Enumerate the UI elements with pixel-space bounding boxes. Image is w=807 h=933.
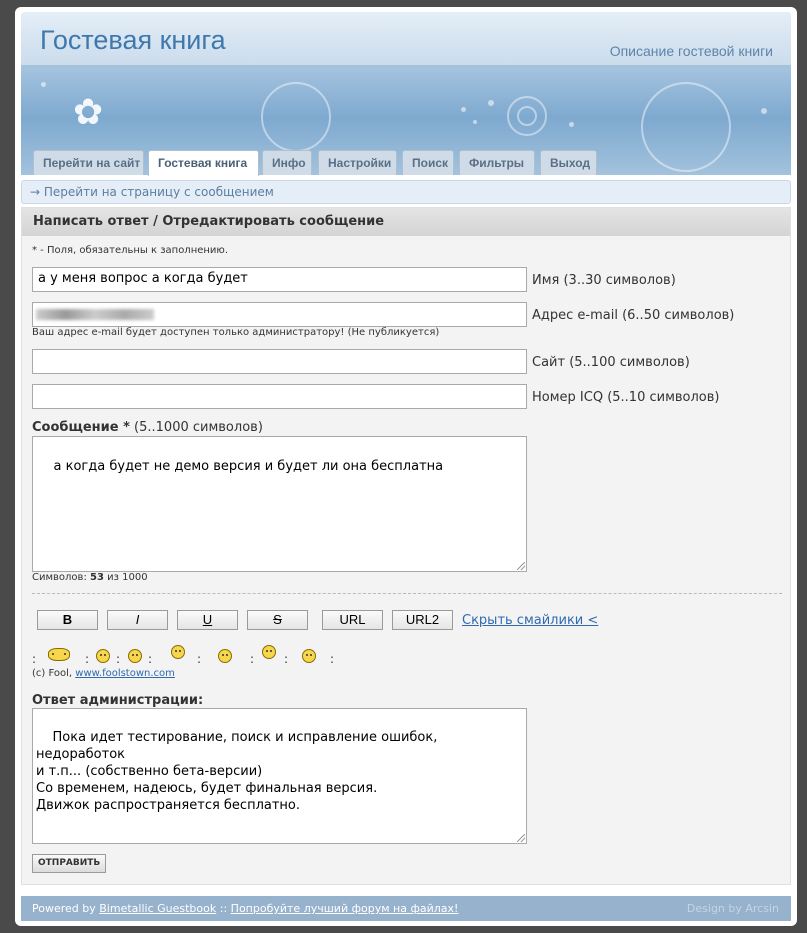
wink-icon[interactable]	[96, 649, 110, 663]
icq-field[interactable]	[32, 384, 527, 409]
smiley-separator: :	[85, 652, 90, 666]
teeth-grin-icon[interactable]	[48, 648, 70, 661]
admin-reply-label: Ответ администрации:	[32, 693, 204, 708]
dot-decoration	[41, 82, 46, 87]
edit-panel: Написать ответ / Отредактировать сообщен…	[21, 207, 791, 885]
dot-decoration	[761, 108, 767, 114]
site-field[interactable]	[32, 349, 527, 374]
bug-eyes-icon[interactable]	[302, 649, 316, 663]
dot-decoration	[488, 100, 494, 106]
resize-handle[interactable]	[517, 562, 525, 570]
smiley-separator: :	[148, 652, 153, 666]
url-button[interactable]: URL	[322, 610, 383, 630]
panel-title: Написать ответ / Отредактировать сообщен…	[22, 208, 790, 236]
swirl-decoration	[261, 82, 331, 152]
tab-guestbook[interactable]: Гостевая книга	[148, 150, 259, 176]
char-counter-prefix: Символов:	[32, 572, 87, 583]
design-credit: Design by Arcsin	[686, 902, 779, 915]
name-label: Имя (3..30 символов)	[532, 273, 676, 288]
breadcrumb[interactable]: → Перейти на страницу с сообщением	[21, 180, 791, 204]
email-redacted	[36, 309, 154, 320]
message-label-row: Сообщение * (5..1000 символов)	[32, 420, 263, 435]
admin-reply-textarea[interactable]: Пока идет тестирование, поиск и исправле…	[32, 708, 527, 844]
resize-handle[interactable]	[517, 834, 525, 842]
tab-logout[interactable]: Выход	[540, 150, 597, 175]
dot-decoration	[569, 122, 574, 127]
big-eyes-icon[interactable]	[218, 649, 232, 663]
message-hint: (5..1000 символов)	[134, 420, 263, 435]
char-counter-suffix: из 1000	[107, 572, 148, 583]
divider	[32, 593, 782, 594]
smiley-separator: :	[250, 652, 255, 666]
smiley-credit-prefix: (c) Fool,	[32, 668, 73, 679]
site-title: Гостевая книга	[40, 25, 226, 55]
bold-button[interactable]: B	[37, 610, 98, 630]
powered-by-label: Powered by	[32, 902, 96, 915]
tab-go-to-site[interactable]: Перейти на сайт	[33, 150, 144, 175]
char-counter-count: 53	[90, 572, 104, 583]
smiley-separator: :	[32, 652, 37, 666]
required-note: * - Поля, обязательны к заполнению.	[32, 245, 229, 256]
surprised-icon[interactable]	[128, 649, 142, 663]
message-textarea[interactable]: а когда будет не демо версия и будет ли …	[32, 436, 527, 572]
smiley-separator: :	[284, 652, 289, 666]
message-label: Сообщение *	[32, 420, 130, 435]
crazy-icon[interactable]	[262, 645, 276, 659]
site-description: Описание гостевой книги	[609, 43, 773, 59]
underline-button[interactable]: U	[177, 610, 238, 630]
smiley-separator: :	[116, 652, 121, 666]
email-label: Адрес e-mail (6..50 символов)	[532, 308, 735, 323]
smiley-separator: :	[330, 652, 335, 666]
name-field[interactable]: а у меня вопрос а когда будет	[32, 267, 527, 292]
arrow-right-icon: →	[30, 185, 41, 199]
smiley-credit: (c) Fool, www.foolstown.com	[32, 668, 175, 679]
smiley-separator: :	[197, 652, 202, 666]
dot-decoration	[473, 120, 477, 124]
tab-info[interactable]: Инфо	[262, 150, 312, 175]
flower-icon: ✿	[73, 92, 104, 133]
footer-separator: ::	[219, 902, 228, 915]
strike-button[interactable]: S	[247, 610, 308, 630]
cry-icon[interactable]	[171, 645, 185, 659]
dot-decoration	[461, 107, 466, 112]
bimetallic-link[interactable]: Bimetallic Guestbook	[99, 902, 216, 915]
tab-search[interactable]: Поиск	[402, 150, 454, 175]
breadcrumb-link[interactable]: Перейти на страницу с сообщением	[44, 185, 274, 199]
italic-button[interactable]: I	[107, 610, 168, 630]
swirl-decoration	[641, 82, 731, 172]
footer: Powered by Bimetallic Guestbook :: Попро…	[21, 896, 791, 921]
email-privacy-note: Ваш адрес e-mail будет доступен только а…	[32, 327, 440, 338]
foolstown-link[interactable]: www.foolstown.com	[75, 668, 175, 679]
url2-button[interactable]: URL2	[392, 610, 453, 630]
submit-button[interactable]: ОТПРАВИТЬ	[32, 854, 107, 873]
swirl-decoration	[517, 106, 537, 126]
admin-reply-text: Пока идет тестирование, поиск и исправле…	[36, 730, 438, 813]
char-counter: Символов: 53 из 1000	[32, 572, 148, 583]
icq-label: Номер ICQ (5..10 символов)	[532, 390, 720, 405]
site-label: Сайт (5..100 символов)	[532, 355, 690, 370]
forum-link[interactable]: Попробуйте лучший форум на файлах!	[231, 902, 459, 915]
tab-filters[interactable]: Фильтры	[459, 150, 535, 175]
message-text: а когда будет не демо версия и будет ли …	[53, 459, 444, 474]
tab-settings[interactable]: Настройки	[318, 150, 397, 175]
hide-smileys-link[interactable]: Скрыть смайлики <	[462, 613, 598, 628]
